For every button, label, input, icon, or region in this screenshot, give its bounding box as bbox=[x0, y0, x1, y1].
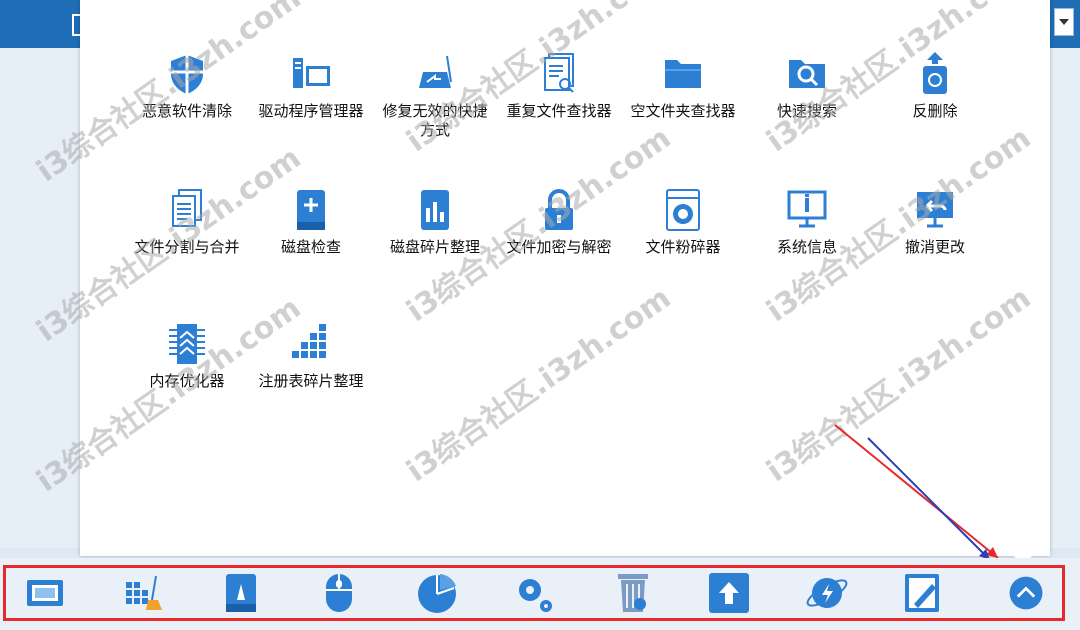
quick-search-icon bbox=[789, 60, 825, 88]
tool-file-split-merge[interactable]: 文件分割与合并 bbox=[132, 188, 242, 257]
tool-memory-optimizer[interactable]: 内存优化器 bbox=[132, 322, 242, 391]
dropdown-button[interactable] bbox=[1054, 8, 1074, 36]
lock-icon bbox=[545, 189, 573, 230]
tool-file-encrypt-decrypt[interactable]: 文件加密与解密 bbox=[504, 188, 614, 257]
highlight-frame bbox=[3, 565, 1065, 621]
tool-quick-search[interactable]: 快速搜索 bbox=[752, 52, 862, 121]
tool-label: 驱动程序管理器 bbox=[258, 102, 364, 120]
tool-disk-check[interactable]: 磁盘检查 bbox=[256, 188, 366, 257]
tool-label: 快速搜索 bbox=[776, 102, 837, 120]
tool-label: 恶意软件清除 bbox=[141, 102, 232, 120]
annotation-arrows bbox=[834, 424, 999, 561]
shredder-icon bbox=[666, 189, 700, 231]
tool-malware-removal[interactable]: 恶意软件清除 bbox=[132, 52, 242, 121]
driver-manager-icon bbox=[293, 58, 330, 88]
tool-disk-defrag[interactable]: 磁盘碎片整理 bbox=[380, 188, 490, 257]
tool-driver-manager[interactable]: 驱动程序管理器 bbox=[256, 52, 366, 121]
tool-label: 磁盘检查 bbox=[280, 238, 341, 256]
tool-label: 文件分割与合并 bbox=[134, 238, 240, 256]
duplicate-file-icon bbox=[544, 53, 574, 93]
background-right bbox=[1050, 48, 1080, 548]
tool-registry-defrag[interactable]: 注册表碎片整理 bbox=[256, 322, 366, 391]
tool-label: 空文件夹查找器 bbox=[630, 102, 736, 120]
tool-label: 反删除 bbox=[912, 102, 958, 120]
tool-label: 重复文件查找器 bbox=[506, 102, 612, 120]
tool-label: 注册表碎片整理 bbox=[258, 372, 364, 390]
tool-empty-folder-finder[interactable]: 空文件夹查找器 bbox=[628, 52, 738, 121]
tool-fix-shortcuts[interactable]: 修复无效的快捷方式 bbox=[380, 52, 490, 140]
system-info-icon bbox=[787, 190, 827, 228]
memory-optimizer-icon bbox=[169, 324, 205, 364]
tool-label: 系统信息 bbox=[776, 238, 837, 256]
background-left bbox=[0, 48, 80, 548]
disk-defrag-icon bbox=[421, 190, 449, 230]
undo-icon bbox=[917, 192, 953, 228]
tool-label: 磁盘碎片整理 bbox=[389, 238, 480, 256]
shield-icon bbox=[171, 55, 203, 94]
tool-file-shredder[interactable]: 文件粉碎器 bbox=[628, 188, 738, 257]
tool-label: 文件粉碎器 bbox=[645, 238, 721, 256]
tool-label: 修复无效的快捷方式 bbox=[382, 102, 488, 139]
tool-system-info[interactable]: 系统信息 bbox=[752, 188, 862, 257]
tool-duplicate-finder[interactable]: 重复文件查找器 bbox=[504, 52, 614, 121]
tool-undelete[interactable]: 反删除 bbox=[880, 52, 990, 121]
registry-defrag-icon bbox=[292, 324, 326, 358]
empty-folder-icon bbox=[665, 60, 701, 88]
disk-check-icon bbox=[297, 190, 325, 230]
tool-undo-changes[interactable]: 撤消更改 bbox=[880, 188, 990, 257]
shortcut-repair-icon bbox=[419, 55, 452, 88]
file-split-icon bbox=[172, 189, 202, 227]
tool-label: 撤消更改 bbox=[904, 238, 965, 256]
tool-label: 内存优化器 bbox=[149, 372, 225, 390]
recycle-bin-icon bbox=[923, 52, 947, 94]
tool-label: 文件加密与解密 bbox=[506, 238, 612, 256]
